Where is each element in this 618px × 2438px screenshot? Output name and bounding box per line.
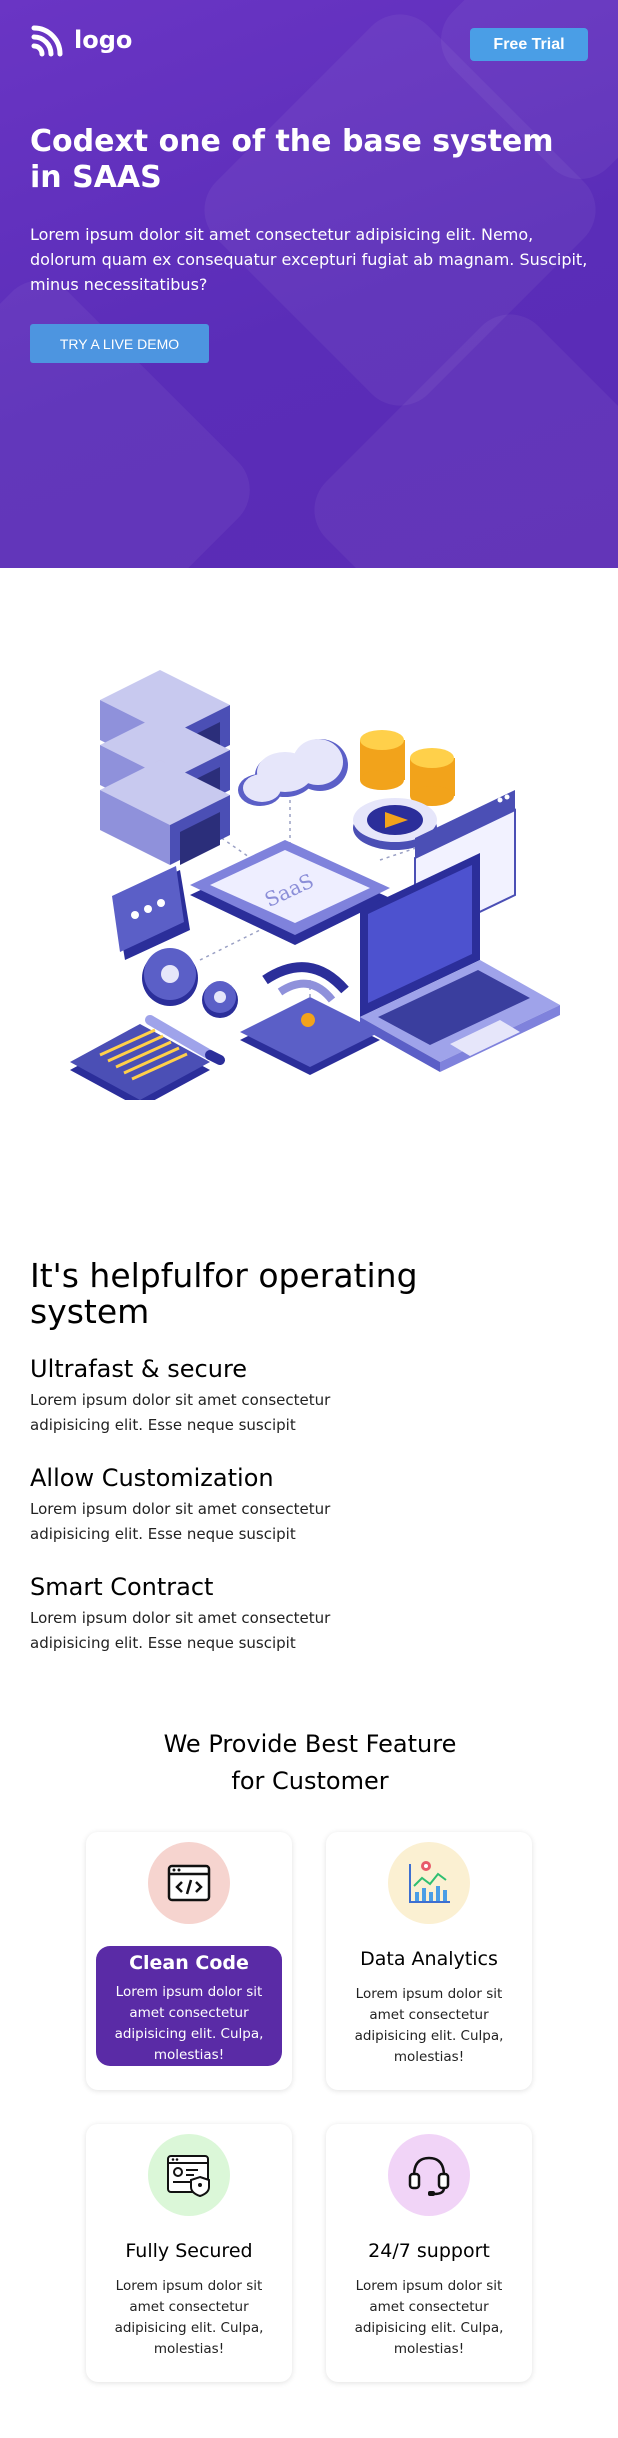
secure-document-icon — [167, 2155, 210, 2198]
icon-circle — [148, 2134, 230, 2216]
feature-title: Allow Customization — [30, 1464, 274, 1492]
provide-heading: We Provide Best Feature for Customer — [120, 1726, 500, 1800]
phone-wifi — [240, 962, 380, 1075]
card-text: Lorem ipsum dolor sit amet consectetur a… — [114, 2278, 264, 2357]
headset-icon — [408, 2156, 450, 2196]
icon-circle — [148, 1842, 230, 1924]
free-trial-button[interactable]: Free Trial — [470, 28, 588, 61]
feature-text: Lorem ipsum dolor sit amet consectetur a… — [30, 1391, 331, 1434]
notepad — [70, 1024, 210, 1100]
card-title: Fully Secured — [125, 2240, 253, 2262]
laptop — [360, 853, 560, 1072]
feature-card-fully-secured[interactable]: Fully Secured Lorem ipsum dolor sit amet… — [86, 2124, 292, 2382]
hero-bg-shape — [0, 263, 267, 568]
card-text: Lorem ipsum dolor sit amet consectetur a… — [354, 2278, 504, 2357]
live-demo-button[interactable]: TRY A LIVE DEMO — [30, 324, 209, 363]
feature-text: Lorem ipsum dolor sit amet consectetur a… — [30, 1500, 331, 1543]
hero-description: Lorem ipsum dolor sit amet consectetur a… — [30, 225, 588, 294]
feature-title: Ultrafast & secure — [30, 1355, 248, 1383]
logo[interactable]: logo — [30, 22, 132, 58]
coins — [360, 730, 455, 806]
hero-title: Codext one of the base system in SAAS — [30, 124, 554, 195]
features-heading: It's helpfulfor operating system — [30, 1256, 418, 1331]
card-title: Clean Code — [129, 1952, 249, 1974]
cloud — [238, 739, 348, 806]
code-window-icon — [167, 1864, 211, 1902]
saas-isometric-illustration: SaaS — [70, 670, 560, 1100]
card-title: 24/7 support — [368, 2240, 490, 2262]
feature-card-support[interactable]: 24/7 support Lorem ipsum dolor sit amet … — [326, 2124, 532, 2382]
card-text: Lorem ipsum dolor sit amet consectetur a… — [354, 1986, 504, 2065]
analytics-chart-icon — [409, 1861, 450, 1903]
feature-card-clean-code[interactable]: Clean Code Lorem ipsum dolor sit amet co… — [86, 1832, 292, 2090]
provide-heading-line1: We Provide Best Feature — [163, 1730, 457, 1758]
icon-circle — [388, 1842, 470, 1924]
chat-bubble — [112, 866, 190, 960]
hero-section: logo Free Trial Codext one of the base s… — [0, 0, 618, 568]
gears — [142, 948, 238, 1018]
card-title: Data Analytics — [360, 1948, 498, 1970]
card-text: Lorem ipsum dolor sit amet consectetur a… — [114, 1984, 264, 2063]
icon-circle — [388, 2134, 470, 2216]
feature-card-data-analytics[interactable]: Data Analytics Lorem ipsum dolor sit ame… — [326, 1832, 532, 2090]
logo-text: logo — [74, 26, 133, 54]
provide-heading-line2: for Customer — [231, 1767, 389, 1795]
server-stack — [100, 670, 230, 865]
feature-text: Lorem ipsum dolor sit amet consectetur a… — [30, 1609, 331, 1652]
feature-title: Smart Contract — [30, 1573, 214, 1601]
logo-icon — [31, 25, 63, 57]
